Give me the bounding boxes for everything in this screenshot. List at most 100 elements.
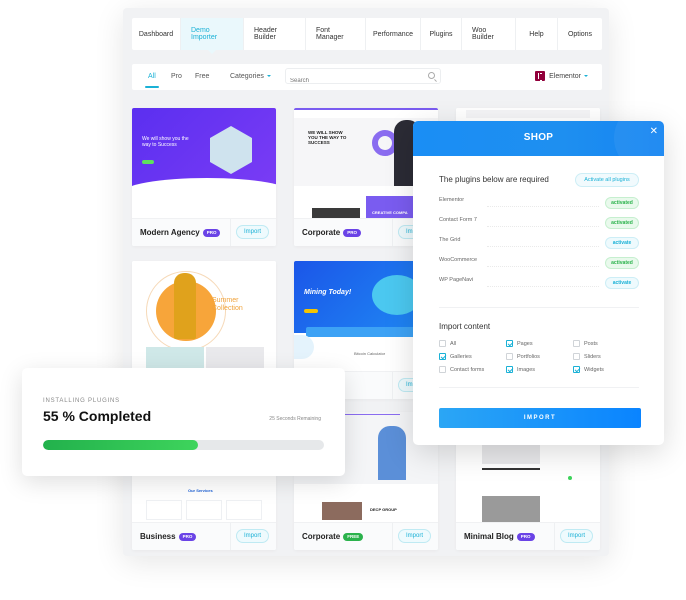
tab-plugins[interactable]: Plugins [421, 18, 462, 50]
categories-dropdown[interactable]: Categories [230, 64, 271, 90]
plugin-status-button[interactable]: activated [605, 217, 639, 229]
checkbox-widgets[interactable]: Widgets [573, 366, 604, 373]
builder-label: Elementor [549, 72, 581, 80]
divider [439, 387, 639, 388]
import-button[interactable]: Import [236, 225, 269, 239]
activate-all-button[interactable]: Activate all plugins [575, 173, 639, 187]
demo-name: Corporate FREE [302, 532, 364, 541]
card-footer: Minimal Blog PRO Import [456, 522, 600, 550]
wave [132, 178, 276, 208]
filter-all[interactable]: All [145, 64, 159, 90]
checkbox-icon[interactable] [506, 353, 513, 360]
demo-name: Corporate PRO [302, 228, 361, 237]
tab-performance[interactable]: Performance [366, 18, 421, 50]
thumb-footer: Bitcoin Calculator [354, 351, 386, 356]
checkbox-portfolios[interactable]: Portfolios [506, 353, 540, 360]
plugin-status-button[interactable]: activated [605, 197, 639, 209]
image-strip [312, 208, 360, 218]
tab-woo-builder[interactable]: Woo Builder [462, 18, 516, 50]
ticker-bar [306, 327, 426, 337]
service-tile [146, 500, 182, 520]
import-button[interactable]: Import [236, 529, 269, 543]
thumb-headline: Summer Collection [212, 297, 243, 312]
plugin-import-modal: SHOP ✕ The plugins below are required Ac… [413, 121, 664, 445]
pro-badge: PRO [516, 532, 535, 541]
checkbox-checked-icon[interactable] [506, 366, 513, 373]
tab-options[interactable]: Options [558, 18, 602, 50]
categories-label: Categories [230, 73, 264, 80]
status-dot [568, 476, 572, 480]
filter-free[interactable]: Free [195, 64, 209, 90]
checkbox-checked-icon[interactable] [439, 353, 446, 360]
demo-thumbnail[interactable]: Summer Collection [132, 261, 276, 371]
divider [392, 523, 393, 550]
builder-select[interactable]: Elementor [535, 71, 588, 81]
top-navigation: Dashboard Demo Importer Header Builder F… [132, 18, 602, 54]
progress-percent-text: 55 % Completed [43, 408, 152, 424]
dotted-leader [487, 266, 599, 267]
tab-dashboard[interactable]: Dashboard [132, 18, 181, 50]
checkbox-sliders[interactable]: Sliders [573, 353, 601, 360]
blog-image [482, 496, 540, 522]
checkbox-label: Widgets [584, 366, 604, 373]
import-content-title: Import content [439, 322, 491, 331]
checkbox-posts[interactable]: Posts [573, 340, 598, 347]
person-image [378, 426, 406, 480]
thumb-subtext [142, 194, 176, 199]
checkbox-galleries[interactable]: Galleries [439, 353, 472, 360]
modal-header: SHOP ✕ [413, 121, 664, 173]
close-icon[interactable]: ✕ [650, 126, 658, 137]
banner-text: CREATIVE COMPA [372, 210, 408, 215]
modal-title: SHOP [523, 132, 554, 143]
checkbox-all[interactable]: All [439, 340, 456, 347]
tab-help[interactable]: Help [516, 18, 558, 50]
import-button[interactable]: IMPORT [439, 408, 641, 428]
checkbox-icon[interactable] [573, 353, 580, 360]
checkbox-pages[interactable]: Pages [506, 340, 533, 347]
checkbox-contact-forms[interactable]: Contact forms [439, 366, 484, 373]
header-strip [466, 110, 590, 118]
checkbox-label: Galleries [450, 353, 472, 360]
plugin-name: Elementor [439, 197, 465, 203]
blog-image [482, 442, 540, 464]
search-icon[interactable] [428, 72, 435, 79]
demo-title: Minimal Blog [464, 532, 514, 541]
thumb-button [142, 160, 154, 164]
plugin-name: Contact Form 7 [439, 217, 477, 223]
demo-thumbnail[interactable]: We will show you the way to Success [132, 108, 276, 218]
service-tile [226, 500, 262, 520]
pro-badge: PRO [202, 228, 221, 237]
filter-pro[interactable]: Pro [171, 64, 182, 90]
plugin-row: WP PageNavi activate [439, 277, 639, 291]
tab-font-manager[interactable]: Font Manager [306, 18, 366, 50]
dotted-leader [487, 226, 599, 227]
checkbox-icon[interactable] [573, 340, 580, 347]
checkbox-label: Contact forms [450, 366, 485, 373]
divider [230, 219, 231, 246]
checkbox-label: Posts [584, 340, 598, 347]
tab-header-builder[interactable]: Header Builder [244, 18, 306, 50]
checkbox-label: Sliders [584, 353, 601, 360]
plugin-name: WP PageNavi [439, 277, 474, 283]
demo-title: Corporate [302, 532, 341, 541]
checkbox-checked-icon[interactable] [506, 340, 513, 347]
search-input[interactable] [286, 74, 416, 88]
import-button[interactable]: Import [398, 529, 431, 543]
checkbox-checked-icon[interactable] [573, 366, 580, 373]
checkbox-icon[interactable] [439, 340, 446, 347]
plugin-status-button[interactable]: activate [605, 277, 639, 289]
import-button[interactable]: Import [560, 529, 593, 543]
plugin-status-button[interactable]: activate [605, 237, 639, 249]
tab-demo-importer[interactable]: Demo Importer [181, 18, 244, 54]
plugin-status-button[interactable]: activated [605, 257, 639, 269]
chevron-down-icon [266, 75, 271, 78]
demo-title: Corporate [302, 228, 341, 237]
checkbox-icon[interactable] [439, 366, 446, 373]
plugin-name: WooCommerce [439, 257, 478, 263]
demo-title: Business [140, 532, 176, 541]
divider [392, 219, 393, 246]
blog-title-line [482, 468, 540, 470]
checkbox-images[interactable]: Images [506, 366, 535, 373]
plugin-name: The Grid [439, 237, 461, 243]
thumb-button [304, 309, 318, 313]
